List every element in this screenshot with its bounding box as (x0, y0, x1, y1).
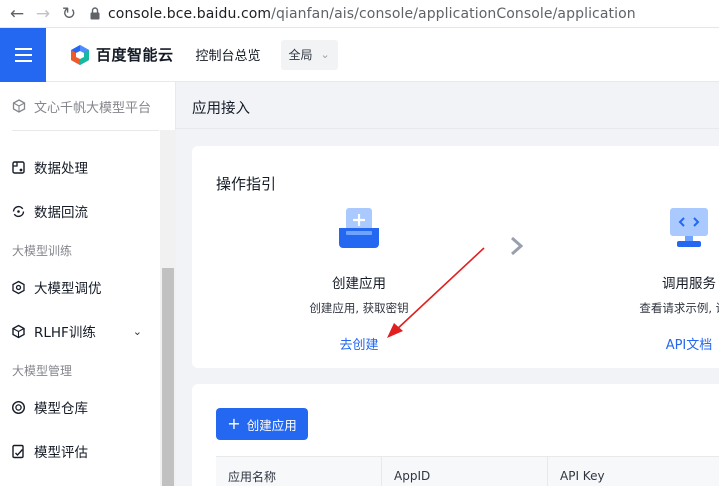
call-service-icon (622, 206, 719, 254)
column-header[interactable]: API Key (548, 457, 719, 486)
sidebar-platform-label: 文心千帆大模型平台 (34, 100, 152, 116)
sidebar-item-model-repo[interactable]: 模型仓库 (0, 385, 160, 429)
create-app-button[interactable]: + 创建应用 (216, 408, 308, 440)
sidebar-item-label: 模型仓库 (34, 401, 88, 417)
sidebar-item-data-process[interactable]: 数据处理 (0, 145, 160, 189)
region-value: 全局 (288, 48, 313, 62)
data-reflow-icon (10, 203, 26, 219)
baidu-cloud-logo-icon (71, 44, 89, 65)
sidebar-group-title: 大模型训练 (12, 244, 73, 258)
brand-name: 百度智能云 (96, 46, 174, 64)
platform-icon (12, 99, 26, 113)
application-list-card: + 创建应用 应用名称 AppID API Key (192, 384, 719, 486)
column-header[interactable]: AppID (382, 457, 548, 486)
sidebar-scrollbar-thumb[interactable] (162, 268, 174, 486)
chevron-down-icon: ⌄ (320, 48, 330, 61)
guide-step-create-app: 创建应用 创建应用, 获取密钥 去创建 (292, 206, 426, 353)
tuning-icon (10, 279, 26, 295)
sidebar-item-model-tuning[interactable]: 大模型调优 (0, 265, 160, 309)
browser-address-bar: ← → ↻ console.bce.baidu.com/qianfan/ais/… (0, 0, 719, 28)
step-title: 调用服务 (662, 276, 716, 292)
forward-arrow-icon[interactable]: → (30, 1, 56, 27)
url-host: console.bce.baidu.com (108, 5, 272, 22)
page-title: 应用接入 (192, 101, 250, 117)
step-description: 查看请求示例, 调用 (639, 301, 719, 315)
url-field[interactable]: console.bce.baidu.com/qianfan/ais/consol… (108, 6, 636, 22)
rlhf-icon (10, 323, 26, 339)
hamburger-menu-button[interactable] (0, 27, 46, 82)
console-overview-link[interactable]: 控制台总览 (196, 45, 261, 64)
operation-guide-card: 操作指引 创建应用 创建应用, 获取密钥 去创建 调用服务 查看请求示例, AP… (192, 146, 719, 368)
sidebar-group-title: 大模型管理 (12, 364, 73, 378)
sidebar-item-label: 模型评估 (34, 445, 88, 461)
sidebar-item-label: RLHF训练 (34, 325, 96, 341)
region-select[interactable]: 全局 ⌄ (280, 39, 338, 70)
lock-icon[interactable] (90, 7, 100, 20)
data-process-icon (10, 159, 26, 175)
back-arrow-icon[interactable]: ← (4, 1, 30, 27)
create-app-button-label: 创建应用 (246, 417, 297, 433)
title-divider (176, 128, 719, 129)
url-path: /qianfan/ais/console/applicationConsole/… (271, 5, 636, 22)
sidebar-item-label: 大模型调优 (34, 281, 102, 297)
table-header: 应用名称 AppID API Key (216, 456, 719, 486)
create-app-icon (292, 206, 426, 254)
guide-step-call-service: 调用服务 查看请求示例, 调用 API文档 (622, 206, 719, 353)
model-repo-icon (10, 399, 26, 415)
model-eval-icon (10, 443, 26, 459)
reload-icon[interactable]: ↻ (56, 1, 82, 27)
chevron-down-icon: ⌄ (132, 324, 142, 338)
sidebar-item-model-eval[interactable]: 模型评估 (0, 429, 160, 473)
sidebar-item-data-reflow[interactable]: 数据回流 (0, 189, 160, 233)
guide-title: 操作指引 (216, 175, 277, 193)
sidebar-item-rlhf[interactable]: RLHF训练 ⌄ (0, 309, 160, 353)
column-header[interactable]: 应用名称 (216, 457, 382, 486)
step-title: 创建应用 (332, 276, 386, 292)
sidebar: 文心千帆大模型平台 数据处理 数据回流 大模型训练 大模型调优 RLHF训练 ⌄… (0, 82, 176, 486)
plus-icon: + (227, 414, 241, 433)
step-description: 创建应用, 获取密钥 (309, 301, 409, 315)
chevron-right-icon (510, 236, 524, 260)
sidebar-item-label: 数据处理 (34, 161, 88, 177)
go-create-link[interactable]: 去创建 (292, 334, 426, 353)
sidebar-platform-link[interactable]: 文心千帆大模型平台 (0, 82, 175, 130)
app-header: 百度智能云 控制台总览 全局 ⌄ (0, 27, 719, 82)
api-docs-link[interactable]: API文档 (622, 334, 719, 353)
sidebar-item-label: 数据回流 (34, 205, 88, 221)
brand-logo[interactable]: 百度智能云 (70, 44, 174, 66)
